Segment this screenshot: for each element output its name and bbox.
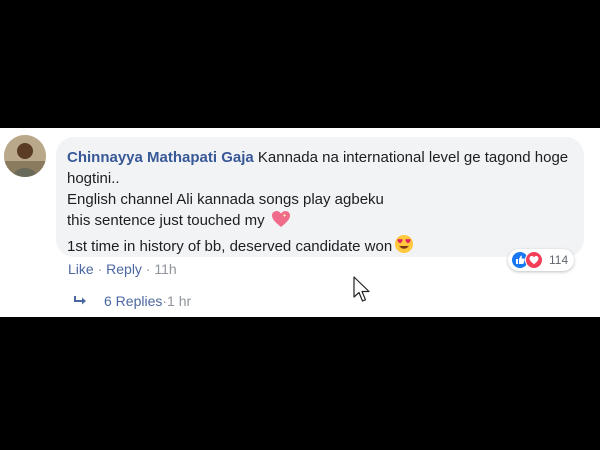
comment-line-2: English channel Ali kannada songs play a…: [67, 191, 384, 208]
like-link[interactable]: Like: [68, 261, 94, 277]
comment-line-3: this sentence just touched my: [67, 212, 265, 229]
avatar-photo: [4, 135, 46, 177]
mouse-pointer-icon: [353, 276, 370, 302]
view-replies[interactable]: 6 Replies · 1 hr: [74, 292, 191, 310]
reply-arrow-icon: [74, 296, 86, 305]
separator: ·: [93, 261, 107, 277]
heart-eyes-emoji-icon: [394, 234, 414, 260]
reply-link[interactable]: Reply: [106, 261, 142, 277]
avatar[interactable]: [4, 135, 46, 177]
comment-author[interactable]: Chinnayya Mathapati Gaja: [67, 149, 254, 166]
comment-body: Chinnayya Mathapati Gaja Kannada na inte…: [67, 147, 577, 260]
sparkling-heart-icon: [271, 210, 291, 234]
replies-count-link[interactable]: 6 Replies: [104, 292, 162, 310]
comment-actions: Like · Reply · 11h: [68, 260, 177, 278]
comment-line-4: 1st time in history of bb, deserved cand…: [67, 238, 393, 255]
comment-timestamp[interactable]: 11h: [154, 261, 176, 277]
reaction-count: 114: [549, 253, 569, 267]
replies-timestamp: 1 hr: [167, 293, 192, 309]
love-icon: [525, 251, 543, 269]
reactions-summary[interactable]: 114: [508, 249, 575, 271]
separator: ·: [141, 261, 155, 277]
